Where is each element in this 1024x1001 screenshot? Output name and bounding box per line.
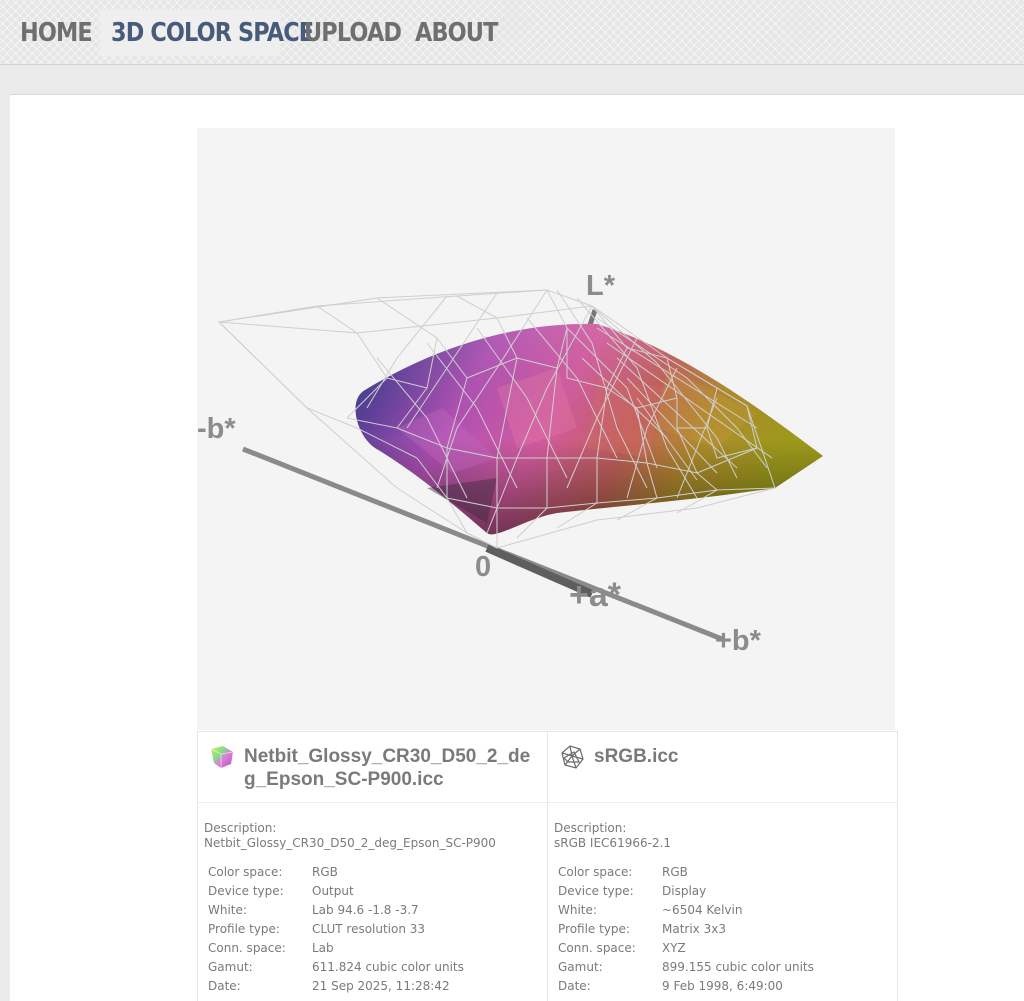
prop-label-gamut-right: Gamut: xyxy=(558,960,603,974)
prop-label-gamut-left: Gamut: xyxy=(208,960,253,974)
axis-label-plus-a: +a* xyxy=(569,576,622,614)
axis-label-plus-b: +b* xyxy=(715,625,762,657)
profile-info-table: Netbit_Glossy_CR30_D50_2_deg_Epson_SC-P9… xyxy=(197,731,898,1001)
header-divider xyxy=(198,802,897,803)
nav-3d-color-space[interactable]: 3D COLOR SPACE xyxy=(111,10,314,56)
nav-about[interactable]: ABOUT xyxy=(415,10,498,56)
description-label-left: Description: xyxy=(204,821,277,835)
gamut-wireframe-icon xyxy=(561,745,584,769)
prop-value-gamut-right: 899.155 cubic color units xyxy=(662,960,814,974)
prop-value-gamut-left: 611.824 cubic color units xyxy=(312,960,464,974)
prop-label-device-type-left: Device type: xyxy=(208,884,284,898)
gamut-solid-icon xyxy=(210,746,234,768)
description-value-left: Netbit_Glossy_CR30_D50_2_deg_Epson_SC-P9… xyxy=(204,836,496,850)
prop-label-date-right: Date: xyxy=(558,979,591,993)
prop-value-device-type-left: Output xyxy=(312,884,354,898)
prop-value-white-left: Lab 94.6 -1.8 -3.7 xyxy=(312,903,419,917)
prop-value-profile-type-right: Matrix 3x3 xyxy=(662,922,726,936)
prop-value-conn-space-right: XYZ xyxy=(662,941,686,955)
prop-label-white-left: White: xyxy=(208,903,247,917)
nav-home[interactable]: HOME xyxy=(20,10,93,56)
prop-label-profile-type-left: Profile type: xyxy=(208,922,280,936)
prop-value-color-space-left: RGB xyxy=(312,865,338,879)
nav-upload[interactable]: UPLOAD xyxy=(304,10,402,56)
prop-value-white-right: ~6504 Kelvin xyxy=(662,903,743,917)
prop-label-date-left: Date: xyxy=(208,979,241,993)
profile-file-name-left: Netbit_Glossy_CR30_D50_2_deg_Epson_SC-P9… xyxy=(244,746,531,790)
prop-value-color-space-right: RGB xyxy=(662,865,688,879)
prop-label-white-right: White: xyxy=(558,903,597,917)
gamut-3d-canvas[interactable]: L* -b* 0 +a* +b* xyxy=(197,128,895,730)
prop-value-profile-type-left: CLUT resolution 33 xyxy=(312,922,426,936)
description-label-right: Description: xyxy=(554,821,627,835)
axis-label-zero: 0 xyxy=(475,551,491,583)
description-value-right: sRGB IEC61966-2.1 xyxy=(554,836,672,850)
axis-label-minus-b: -b* xyxy=(197,413,236,445)
prop-label-conn-space-right: Conn. space: xyxy=(558,941,636,955)
prop-label-color-space-left: Color space: xyxy=(208,865,283,879)
prop-value-date-left: 21 Sep 2025, 11:28:42 xyxy=(312,979,450,993)
prop-label-conn-space-left: Conn. space: xyxy=(208,941,286,955)
prop-label-color-space-right: Color space: xyxy=(558,865,633,879)
column-divider xyxy=(547,732,548,1001)
axis-label-l: L* xyxy=(586,270,616,302)
prop-label-device-type-right: Device type: xyxy=(558,884,634,898)
prop-value-device-type-right: Display xyxy=(662,884,707,898)
prop-label-profile-type-right: Profile type: xyxy=(558,922,630,936)
gamut-3d-viewer[interactable]: L* -b* 0 +a* +b* xyxy=(197,128,895,730)
prop-value-date-right: 9 Feb 1998, 6:49:00 xyxy=(662,979,783,993)
prop-value-conn-space-left: Lab xyxy=(312,941,334,955)
top-navigation: HOME 3D COLOR SPACE UPLOAD ABOUT xyxy=(0,0,1024,65)
profile-file-name-right: sRGB.icc xyxy=(594,746,679,767)
